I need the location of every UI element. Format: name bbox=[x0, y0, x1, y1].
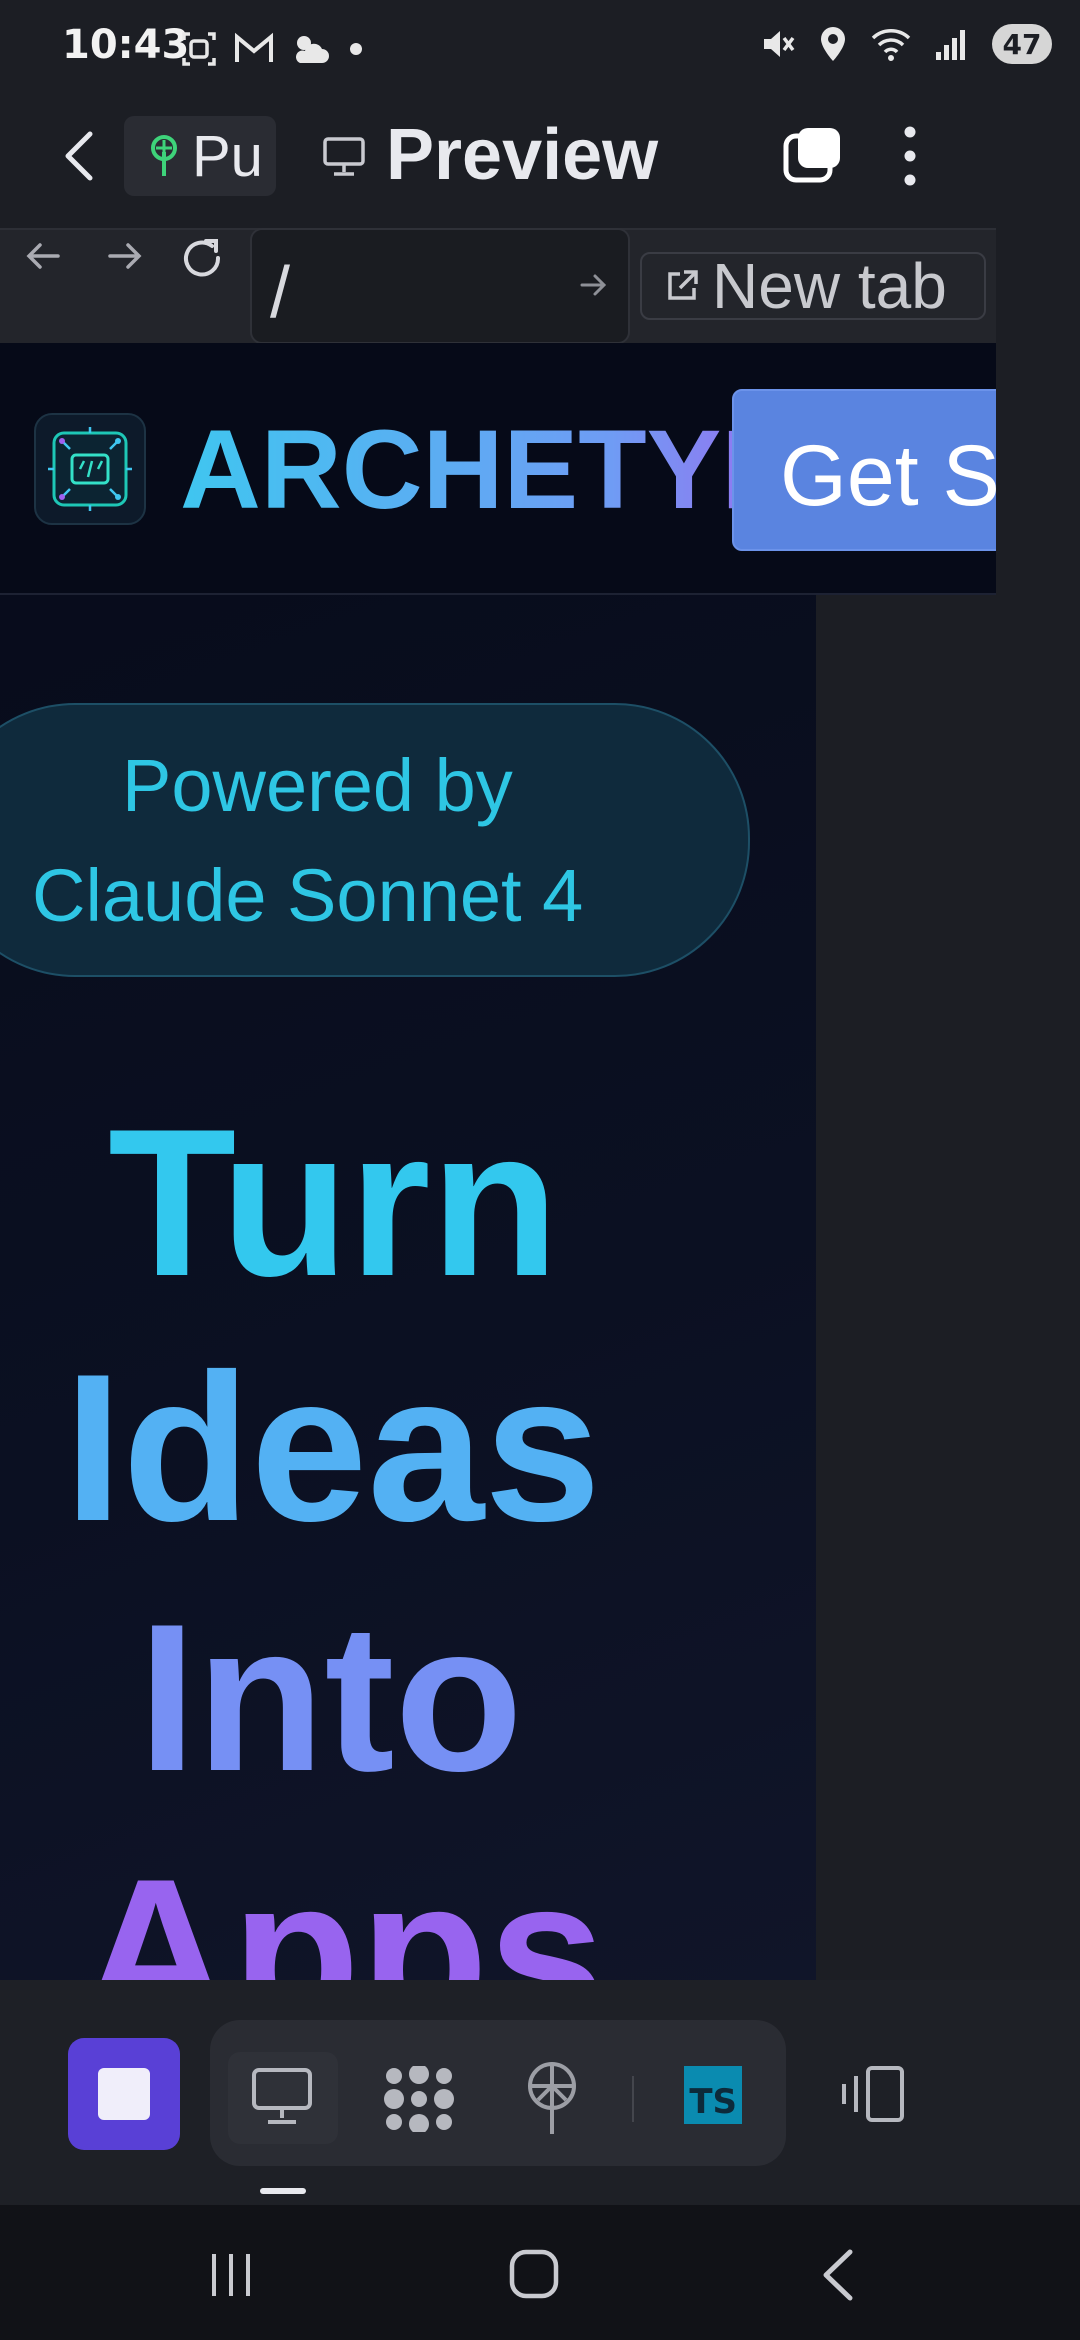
deploy-icon[interactable] bbox=[524, 2060, 580, 2136]
web-preview[interactable]: ARCHETYP Get St Powered by Claude Sonnet… bbox=[0, 343, 996, 1980]
get-started-button[interactable]: Get St bbox=[732, 389, 996, 551]
mute-icon bbox=[764, 31, 795, 57]
badge-line-1: Powered by bbox=[122, 744, 513, 827]
monitor-icon bbox=[323, 137, 365, 176]
new-tab-label: New tab bbox=[712, 250, 947, 322]
monitor-tool-icon[interactable] bbox=[250, 2066, 314, 2126]
location-icon bbox=[821, 27, 845, 61]
brand-name[interactable]: ARCHETYP bbox=[180, 405, 796, 534]
browser-back-icon[interactable] bbox=[24, 236, 64, 276]
get-started-label: Get St bbox=[780, 428, 996, 524]
grid-dots-icon[interactable] bbox=[384, 2066, 454, 2132]
stop-button[interactable] bbox=[68, 2038, 180, 2150]
screenshot-icon bbox=[182, 32, 216, 66]
new-tab-button[interactable]: New tab bbox=[640, 250, 986, 322]
url-go-icon[interactable] bbox=[578, 270, 608, 300]
recents-icon[interactable] bbox=[206, 2250, 256, 2300]
logo-icon bbox=[34, 413, 146, 525]
badge-line-2: Claude Sonnet 4 bbox=[32, 854, 584, 937]
toolbar-divider bbox=[632, 2076, 634, 2122]
hero-word-2: Ideas bbox=[64, 1330, 601, 1565]
site-header: ARCHETYP Get St bbox=[0, 343, 996, 595]
battery-indicator: 47 bbox=[992, 24, 1052, 64]
hero-word-1: Turn bbox=[108, 1085, 559, 1320]
back-arrow-icon[interactable] bbox=[58, 128, 102, 184]
typescript-label: TS bbox=[689, 2082, 737, 2122]
weather-icon bbox=[296, 36, 329, 63]
wifi-icon bbox=[871, 29, 911, 61]
url-text: / bbox=[270, 253, 291, 333]
hero-word-3: Into bbox=[138, 1580, 523, 1815]
device-layout-icon[interactable] bbox=[840, 2064, 906, 2124]
status-time: 10:43 bbox=[62, 22, 190, 68]
dot-icon bbox=[350, 43, 362, 55]
page-title: Preview bbox=[386, 115, 659, 195]
url-input[interactable] bbox=[250, 228, 630, 344]
more-menu-icon[interactable] bbox=[898, 124, 922, 188]
status-left-icons bbox=[180, 30, 366, 68]
hero-word-4: Apps bbox=[80, 1835, 605, 1981]
sprout-icon bbox=[151, 135, 177, 176]
reload-icon[interactable] bbox=[180, 236, 226, 282]
external-link-icon bbox=[668, 270, 698, 300]
project-chip-label: Pu bbox=[192, 123, 263, 189]
drag-handle[interactable] bbox=[260, 2188, 306, 2194]
system-back-icon[interactable] bbox=[818, 2248, 858, 2302]
signal-icon bbox=[936, 30, 965, 60]
status-right-icons: 47 bbox=[760, 24, 1052, 64]
home-icon[interactable] bbox=[508, 2248, 560, 2300]
tabs-icon[interactable] bbox=[782, 126, 842, 186]
stop-icon bbox=[98, 2068, 150, 2120]
gmail-icon bbox=[235, 32, 273, 62]
typescript-icon[interactable]: TS bbox=[684, 2066, 742, 2124]
browser-forward-icon[interactable] bbox=[104, 236, 144, 276]
project-chip[interactable]: Pu bbox=[124, 116, 276, 196]
